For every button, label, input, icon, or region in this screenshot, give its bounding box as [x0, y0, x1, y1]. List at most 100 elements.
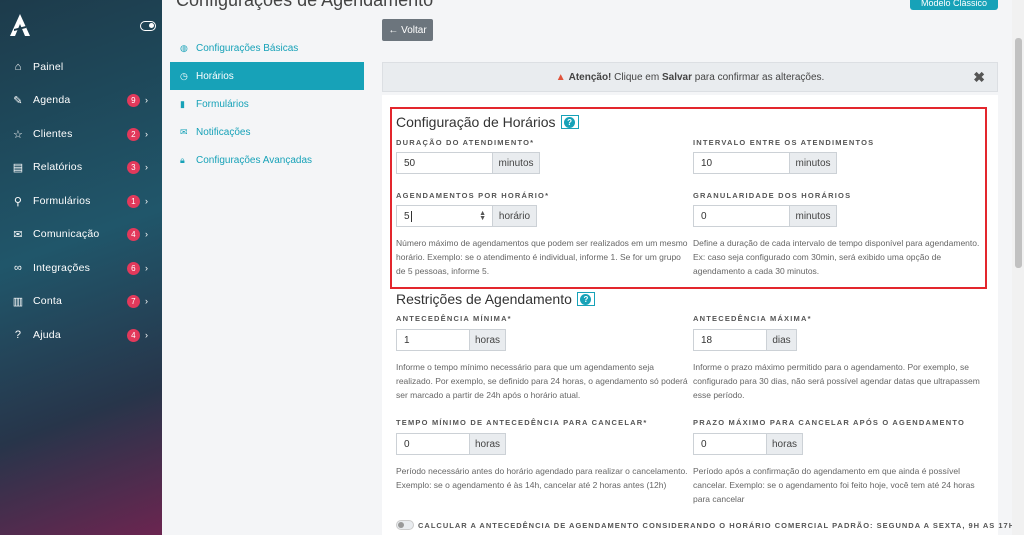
- chevron-right-icon: ›: [145, 263, 149, 273]
- intervalo-input[interactable]: 10: [693, 152, 790, 174]
- sidebar-item-label: Comunicação: [33, 228, 100, 240]
- sidebar-item-ajuda[interactable]: ? Ajuda 4 ›: [0, 322, 162, 348]
- book-icon: ▤: [12, 161, 24, 174]
- sidebar-item-conta[interactable]: ▥ Conta 7 ›: [0, 288, 162, 314]
- scrollbar-thumb[interactable]: [1015, 38, 1022, 268]
- count-badge: 1: [127, 194, 140, 208]
- chevron-right-icon: ›: [145, 129, 149, 139]
- building-icon: ▥: [12, 295, 24, 308]
- submenu-item-basicas[interactable]: ◍ Configurações Básicas: [170, 34, 364, 62]
- help-icon[interactable]: ?: [576, 292, 595, 306]
- antecedencia-minima-unit: horas: [469, 329, 506, 351]
- chevron-right-icon: ›: [145, 95, 149, 105]
- sidebar-item-relatorios[interactable]: ▤ Relatórios 3 ›: [0, 154, 162, 180]
- chevron-right-icon: ›: [145, 196, 149, 206]
- sidebar-item-label: Ajuda: [33, 329, 61, 341]
- chevron-right-icon: ›: [145, 296, 149, 306]
- cancelar-maximo-input[interactable]: 0: [693, 433, 767, 455]
- submenu-item-label: Formulários: [196, 98, 249, 110]
- sidebar-item-clientes[interactable]: ☆ Clientes 2 ›: [0, 121, 162, 147]
- warning-icon: ▲: [555, 71, 566, 83]
- granularidade-help: Define a duração de cada intervalo de te…: [693, 238, 980, 276]
- spinner-arrows-icon[interactable]: ▲ ▼: [479, 210, 486, 222]
- alert-text: para confirmar as alterações.: [694, 71, 825, 83]
- classic-model-button[interactable]: Modelo Clássico: [910, 0, 998, 10]
- save-alert: ▲ Atenção! Clique em Salvar para confirm…: [382, 62, 998, 92]
- submenu-item-label: Notificações: [196, 126, 251, 138]
- duracao-unit: minutos: [492, 152, 540, 174]
- file-icon: ▮: [180, 98, 185, 109]
- submenu-item-label: Horários: [196, 70, 234, 82]
- submenu-item-avancadas[interactable]: 🔒︎ Configurações Avançadas: [170, 146, 364, 174]
- antecedencia-maxima-unit: dias: [766, 329, 797, 351]
- sidebar-item-label: Formulários: [33, 195, 91, 207]
- duracao-input[interactable]: 50: [396, 152, 493, 174]
- app-sidebar: ⌂ Painel ✎ Agenda 9 › ☆ Clientes 2 › ▤ R…: [0, 0, 162, 535]
- question-icon: ?: [14, 329, 22, 341]
- sidebar-item-painel[interactable]: ⌂ Painel: [0, 54, 162, 80]
- stepper-value: 5: [404, 210, 410, 222]
- alert-save: Salvar: [661, 71, 693, 83]
- intervalo-unit: minutos: [789, 152, 837, 174]
- sidebar-item-label: Painel: [33, 61, 64, 73]
- label-intervalo: INTERVALO ENTRE OS ATENDIMENTOS: [693, 138, 875, 147]
- star-icon: ☆: [12, 128, 24, 141]
- submenu-item-notificacoes[interactable]: ✉ Notificações: [170, 118, 364, 146]
- por-horario-stepper[interactable]: 5 ▲ ▼: [396, 205, 493, 227]
- chevron-right-icon: ›: [145, 229, 149, 239]
- settings-submenu: ◍ Configurações Básicas ◷ Horários ▮ For…: [170, 34, 364, 174]
- label-antecedencia-minima: ANTECEDÊNCIA MÍNIMA*: [396, 314, 512, 323]
- label-cancelar-minimo: TEMPO MÍNIMO DE ANTECEDÊNCIA PARA CANCEL…: [396, 418, 648, 427]
- cancelar-minimo-unit: horas: [469, 433, 506, 455]
- lock-icon: 🔒︎: [180, 154, 185, 165]
- sidebar-item-integracoes[interactable]: ∞ Integrações 6 ›: [0, 255, 162, 281]
- antecedencia-minima-input[interactable]: 1: [396, 329, 470, 351]
- submenu-item-label: Configurações Básicas: [196, 42, 299, 54]
- back-button[interactable]: ← Voltar: [382, 19, 433, 41]
- submenu-item-formularios[interactable]: ▮ Formulários: [170, 90, 364, 118]
- cancelar-minimo-help: Período necessário antes do horário agen…: [396, 466, 688, 490]
- link-icon: ∞: [13, 262, 23, 274]
- sidebar-item-formularios[interactable]: ⚲ Formulários 1 ›: [0, 188, 162, 214]
- count-badge: 4: [127, 328, 140, 342]
- sidebar-item-comunicacao[interactable]: ✉ Comunicação 4 ›: [0, 221, 162, 247]
- antecedencia-maxima-help: Informe o prazo máximo permitido para o …: [693, 362, 980, 400]
- count-badge: 6: [127, 261, 140, 275]
- count-badge: 4: [127, 227, 140, 241]
- alert-text: Clique em: [614, 71, 660, 83]
- label-antecedencia-maxima: ANTECEDÊNCIA MÁXIMA*: [693, 314, 812, 323]
- granularidade-input[interactable]: 0: [693, 205, 790, 227]
- label-por-horario: AGENDAMENTOS POR HORÁRIO*: [396, 191, 550, 200]
- business-hours-toggle[interactable]: [396, 520, 414, 530]
- antecedencia-minima-help: Informe o tempo mínimo necessário para q…: [396, 362, 688, 400]
- sidebar-toggle-icon[interactable]: [140, 21, 156, 31]
- help-icon[interactable]: ?: [560, 115, 579, 129]
- submenu-item-label: Configurações Avançadas: [196, 154, 313, 166]
- granularidade-unit: minutos: [789, 205, 837, 227]
- submenu-item-horarios[interactable]: ◷ Horários: [170, 62, 364, 90]
- section-title-horarios: Configuração de Horários ?: [396, 114, 579, 130]
- count-badge: 3: [127, 160, 140, 174]
- search-icon: ⚲: [13, 195, 23, 208]
- sidebar-item-label: Relatórios: [33, 161, 83, 173]
- antecedencia-maxima-input[interactable]: 18: [693, 329, 767, 351]
- label-granularidade: GRANULARIDADE DOS HORÁRIOS: [693, 191, 852, 200]
- chevron-right-icon: ›: [145, 162, 149, 172]
- close-icon[interactable]: ✖: [973, 69, 985, 86]
- section-title-text: Restrições de Agendamento: [396, 291, 572, 307]
- por-horario-help: Número máximo de agendamentos que podem …: [396, 238, 688, 276]
- clock-icon: ◷: [180, 70, 188, 81]
- sidebar-item-agenda[interactable]: ✎ Agenda 9 ›: [0, 87, 162, 113]
- label-cancelar-maximo: PRAZO MÁXIMO PARA CANCELAR APÓS O AGENDA…: [693, 418, 966, 427]
- count-badge: 2: [127, 127, 140, 141]
- section-title-text: Configuração de Horários: [396, 114, 556, 130]
- page-title: Configurações de Agendamento: [176, 0, 434, 10]
- count-badge: 7: [127, 294, 140, 308]
- globe-icon: ◍: [180, 42, 188, 53]
- envelope-icon: ✉: [180, 126, 188, 137]
- section-title-restricoes: Restrições de Agendamento ?: [396, 291, 595, 307]
- cancelar-minimo-input[interactable]: 0: [396, 433, 470, 455]
- home-icon: ⌂: [14, 61, 22, 73]
- mail-icon: ✉: [13, 228, 23, 241]
- logo[interactable]: [10, 14, 30, 36]
